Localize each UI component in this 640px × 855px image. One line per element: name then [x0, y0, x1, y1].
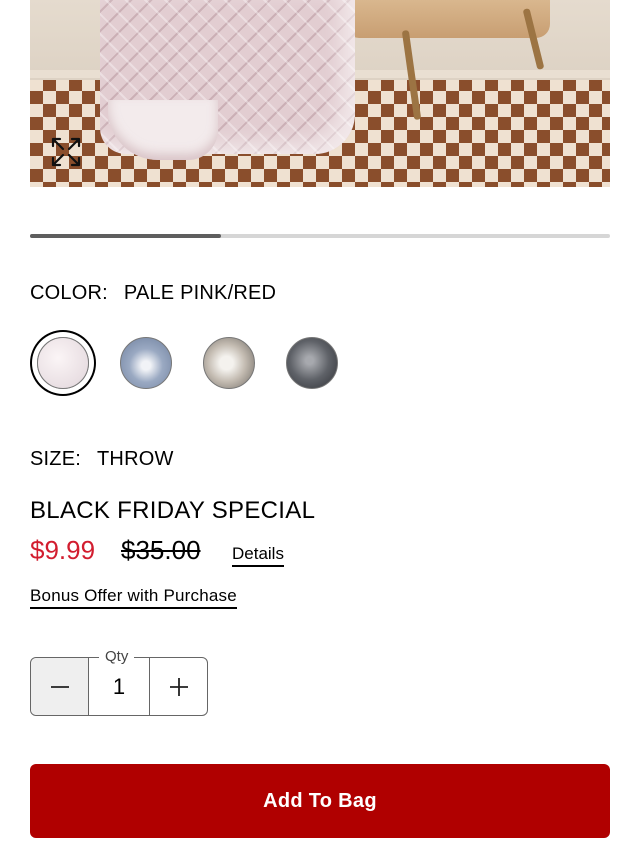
- quantity-value[interactable]: 1: [89, 658, 149, 715]
- original-price: $35.00: [121, 535, 201, 565]
- quantity-label: Qty: [99, 648, 135, 665]
- quantity-stepper: Qty 1: [30, 648, 208, 716]
- gallery-progress-track[interactable]: [30, 234, 610, 238]
- increase-quantity-button[interactable]: [149, 658, 207, 715]
- plus-icon: [169, 677, 188, 696]
- color-key: COLOR:: [30, 282, 108, 304]
- product-image[interactable]: [30, 0, 610, 187]
- color-swatch-pale-pink-red[interactable]: [37, 337, 89, 389]
- image-chair: [345, 0, 550, 38]
- bonus-offer-link[interactable]: Bonus Offer with Purchase: [30, 586, 237, 609]
- size-key: SIZE:: [30, 448, 82, 470]
- add-to-bag-button[interactable]: Add To Bag: [30, 764, 610, 838]
- sale-price: $9.99: [30, 535, 96, 565]
- selected-size: THROW: [97, 448, 174, 470]
- size-label: SIZE: THROW: [30, 448, 174, 471]
- decrease-quantity-button[interactable]: [31, 658, 89, 715]
- gallery-progress-fill: [30, 234, 222, 238]
- color-label: COLOR: PALE PINK/RED: [30, 282, 276, 305]
- promo-title: BLACK FRIDAY SPECIAL: [30, 497, 316, 524]
- selected-color-name: PALE PINK/RED: [123, 282, 277, 304]
- color-swatch-blue[interactable]: [120, 337, 172, 389]
- color-swatch-grey-multi[interactable]: [203, 337, 255, 389]
- minus-icon: [50, 685, 69, 688]
- expand-arrows-icon[interactable]: [48, 134, 84, 170]
- details-link[interactable]: Details: [232, 544, 284, 567]
- color-swatch-charcoal[interactable]: [286, 337, 338, 389]
